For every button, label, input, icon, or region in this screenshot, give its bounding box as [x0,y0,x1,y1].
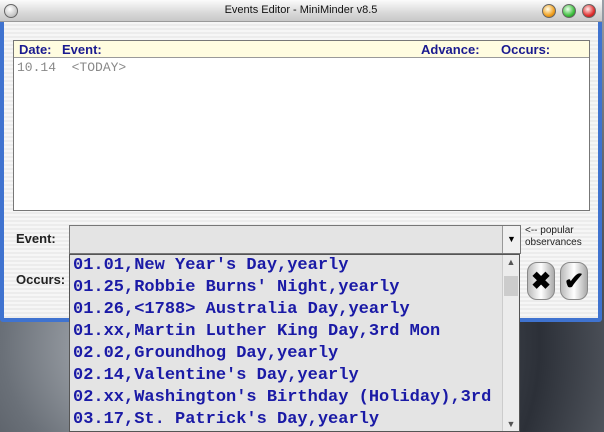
ok-button[interactable]: ✔ [560,262,588,300]
cancel-button[interactable]: ✖ [527,262,555,300]
header-date: Date: [19,42,52,57]
dropdown-item[interactable]: 01.26,<1788> Australia Day,yearly [70,299,502,321]
scroll-down-icon[interactable]: ▼ [503,419,519,429]
event-combo[interactable]: ▼ [69,225,521,254]
dropdown-item[interactable]: 01.25,Robbie Burns' Night,yearly [70,277,502,299]
dropdown-item[interactable]: 03.17,St. Patrick's Day,yearly [70,409,502,431]
scroll-up-icon[interactable]: ▲ [503,257,519,267]
dropdown-item[interactable]: 02.14,Valentine's Day,yearly [70,365,502,387]
event-label: Event: [16,231,56,246]
row-event: <TODAY> [71,60,127,75]
dropdown-item[interactable]: 02.xx,Washington's Birthday (Holiday),3r… [70,387,502,409]
dropdown-item[interactable]: 02.02,Groundhog Day,yearly [70,343,502,365]
observances-dropdown-list[interactable]: 01.01,New Year's Day,yearly 01.25,Robbie… [69,254,520,432]
maximize-button[interactable] [562,4,576,18]
list-item[interactable]: 10.14 <TODAY> [14,58,589,77]
occurs-label: Occurs: [16,272,66,287]
row-date: 10.14 [17,60,57,75]
list-header: Date: Event: Advance: Occurs: [14,41,589,58]
events-list[interactable]: Date: Event: Advance: Occurs: 10.14 <TOD… [13,40,590,211]
popular-observances-hint: <-- popular observances [525,225,582,248]
header-event: Event: [62,42,102,57]
dropdown-item[interactable]: 01.xx,Martin Luther King Day,3rd Mon [70,321,502,343]
close-button[interactable] [582,4,596,18]
window-title: Events Editor - MiniMinder v8.5 [224,4,378,16]
header-occurs: Occurs: [501,42,551,57]
scrollbar-thumb[interactable] [504,276,518,296]
title-bar[interactable]: Events Editor - MiniMinder v8.5 [0,0,602,22]
minimize-button[interactable] [542,4,556,18]
dropdown-scrollbar[interactable]: ▲ ▼ [502,255,519,431]
header-advance: Advance: [421,42,480,57]
dropdown-item[interactable]: 01.01,New Year's Day,yearly [70,255,502,277]
dropdown-arrow-icon[interactable]: ▼ [502,226,520,253]
